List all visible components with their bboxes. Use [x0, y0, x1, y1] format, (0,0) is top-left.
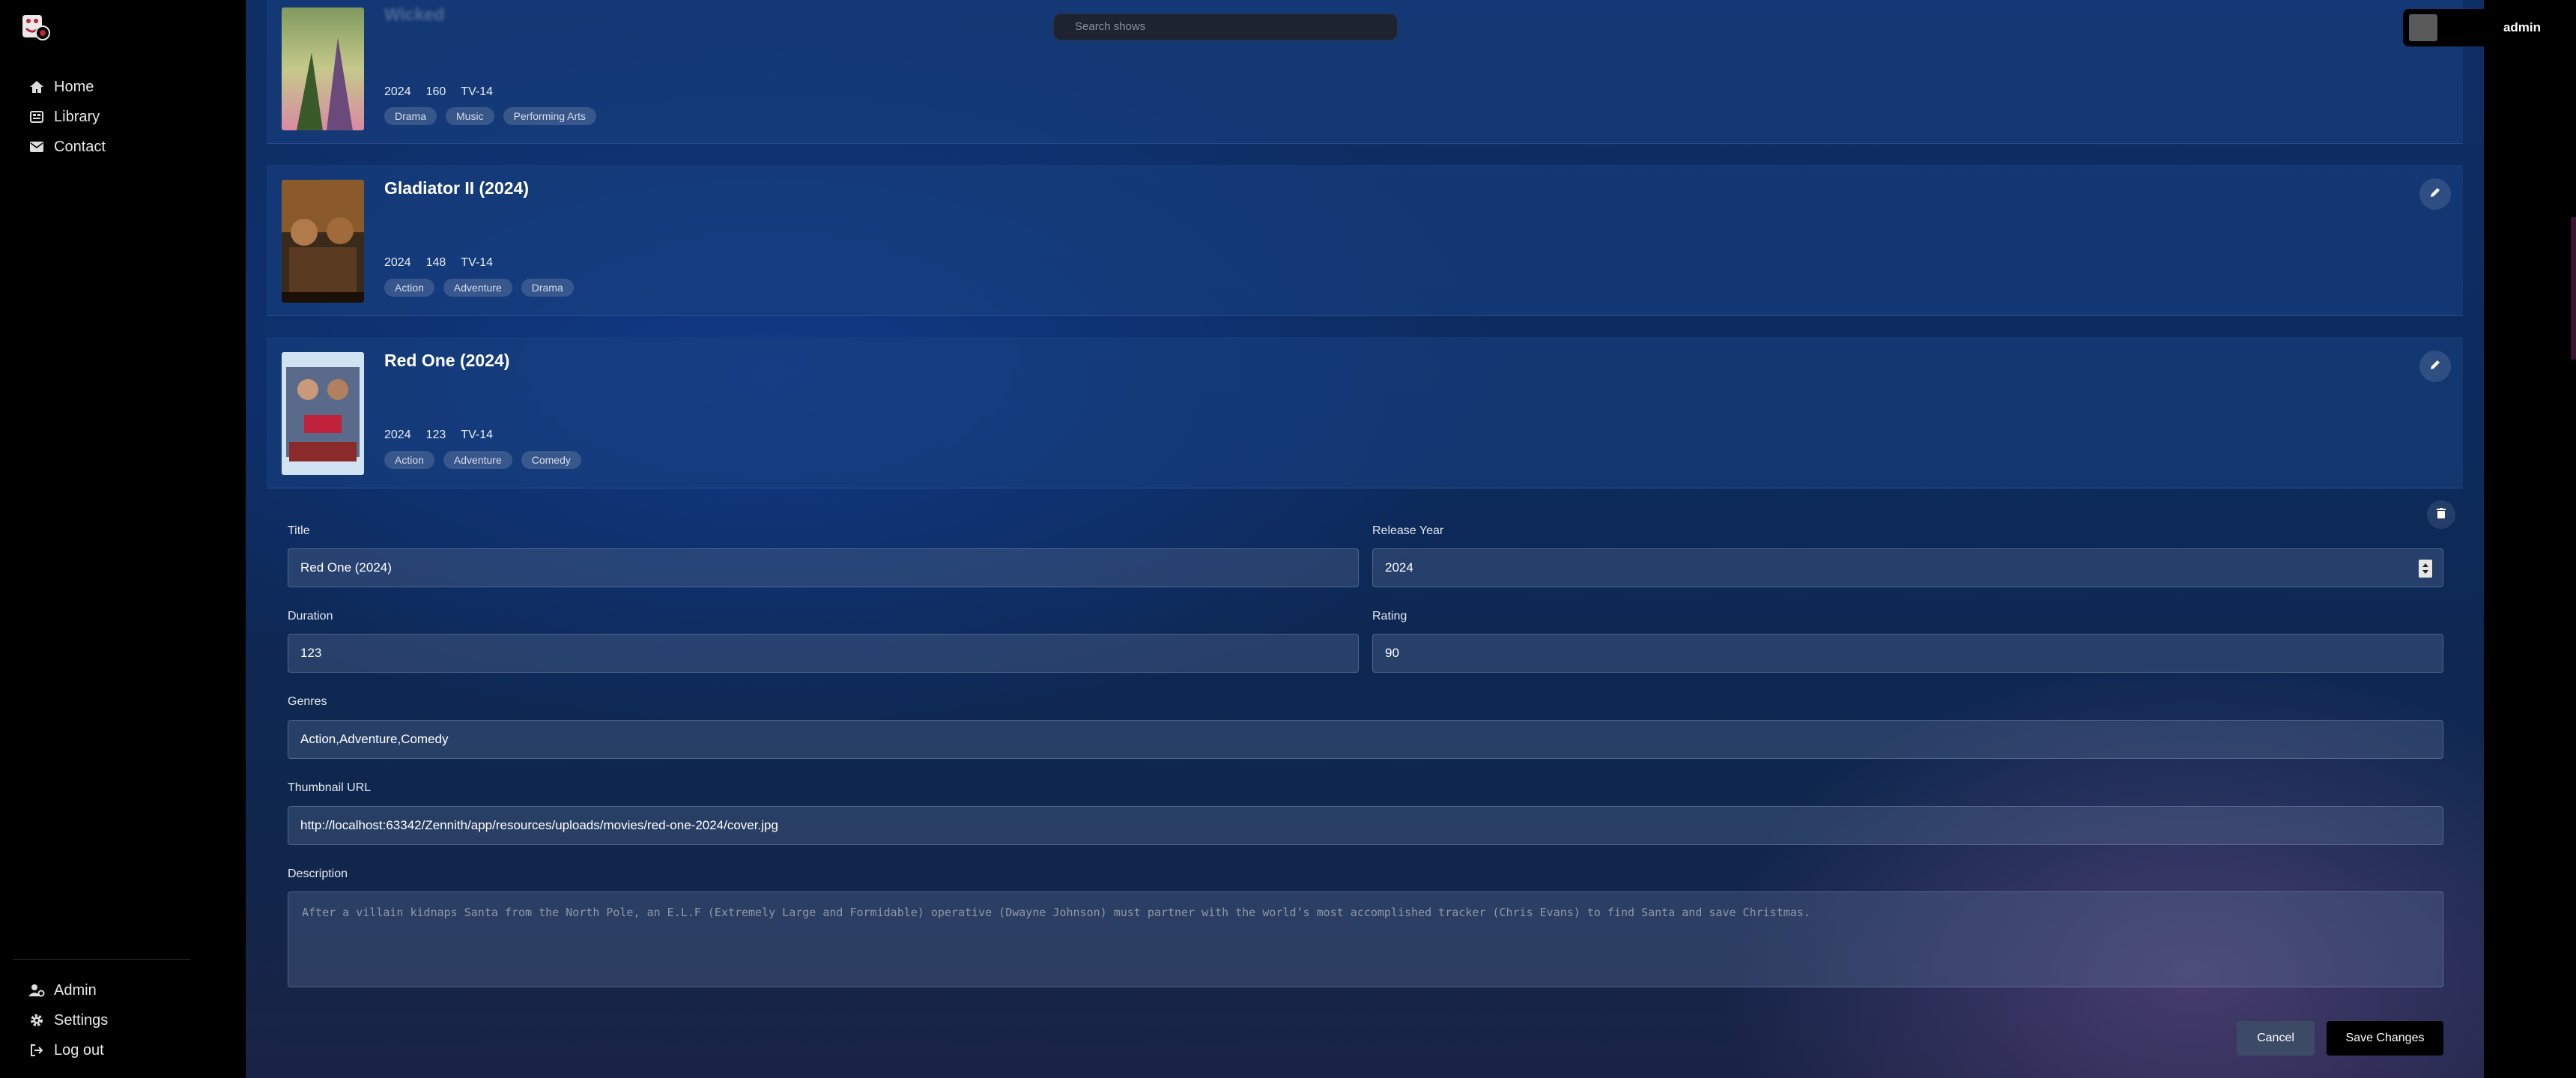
title-field[interactable]: Red One (2024) — [288, 548, 1359, 587]
show-tags: Action Adventure Comedy — [384, 451, 581, 469]
user-menu[interactable]: admin — [2403, 9, 2576, 46]
show-duration: 160 — [425, 85, 446, 98]
description-field[interactable]: After a villain kidnaps Santa from the N… — [288, 891, 2443, 987]
show-card[interactable]: Gladiator II (2024) 2024 148 TV-14 Actio… — [267, 165, 2463, 316]
mail-icon — [28, 139, 45, 155]
right-gutter — [2484, 0, 2576, 1078]
nav-admin[interactable]: Admin — [28, 975, 108, 1005]
scrollbar-thumb[interactable] — [2571, 217, 2576, 360]
library-icon — [28, 109, 45, 125]
genre-tag: Action — [384, 279, 434, 297]
cancel-button[interactable]: Cancel — [2237, 1021, 2315, 1056]
show-rating: TV-14 — [461, 429, 493, 441]
nav-divider — [13, 959, 190, 960]
poster-image — [282, 7, 364, 130]
nav-library-label: Library — [54, 108, 100, 125]
nav-home-label: Home — [54, 78, 94, 95]
show-meta: 2024 123 TV-14 — [384, 429, 493, 442]
search-input[interactable]: Search shows — [1053, 13, 1398, 40]
genre-tag: Adventure — [443, 279, 512, 297]
poster-image — [282, 180, 364, 303]
delete-button[interactable] — [2427, 500, 2455, 529]
app-logo-icon[interactable] — [19, 10, 51, 42]
genre-tag: Music — [446, 107, 494, 125]
genres-field[interactable]: Action,Adventure,Comedy — [288, 720, 2443, 759]
nav-contact[interactable]: Contact — [28, 132, 106, 162]
rating-label: Rating — [1372, 610, 1407, 623]
sidebar: Home Library Contact Admin Settings Log … — [0, 0, 246, 1078]
duration-label: Duration — [288, 610, 333, 623]
show-tags: Action Adventure Drama — [384, 279, 574, 297]
show-year: 2024 — [384, 429, 411, 441]
gear-icon — [28, 1012, 45, 1029]
show-card[interactable]: Red One (2024) 2024 123 TV-14 Action Adv… — [267, 337, 2463, 488]
genre-tag: Drama — [521, 279, 574, 297]
logout-icon — [28, 1042, 45, 1059]
genre-tag: Performing Arts — [503, 107, 597, 125]
rating-field[interactable]: 90 — [1372, 634, 2443, 673]
show-meta: 2024 148 TV-14 — [384, 256, 493, 270]
trash-icon — [2437, 507, 2446, 522]
description-label: Description — [288, 867, 348, 880]
genre-tag: Drama — [384, 107, 437, 125]
pencil-icon — [2430, 187, 2440, 202]
home-icon — [28, 79, 45, 95]
nav-logout[interactable]: Log out — [28, 1035, 108, 1065]
show-rating: TV-14 — [461, 85, 493, 98]
pencil-icon — [2430, 360, 2440, 374]
save-changes-button[interactable]: Save Changes — [2327, 1021, 2443, 1056]
thumbnail-url-label: Thumbnail URL — [288, 781, 372, 794]
show-title: Wicked — [384, 4, 445, 24]
release-year-label: Release Year — [1372, 524, 1444, 537]
genre-tag: Action — [384, 451, 434, 469]
edit-button[interactable] — [2419, 351, 2451, 382]
nav-home[interactable]: Home — [28, 72, 106, 102]
user-name: admin — [2503, 20, 2542, 34]
release-year-value: 2024 — [1385, 560, 1413, 575]
genre-tag: Comedy — [521, 451, 581, 469]
main-nav: Home Library Contact — [28, 72, 106, 162]
bottom-nav: Admin Settings Log out — [28, 975, 108, 1065]
nav-settings[interactable]: Settings — [28, 1005, 108, 1035]
show-title: Gladiator II (2024) — [384, 178, 530, 198]
nav-admin-label: Admin — [54, 981, 97, 999]
show-tags: Drama Music Performing Arts — [384, 107, 597, 125]
genres-label: Genres — [288, 695, 327, 708]
show-title: Red One (2024) — [384, 351, 510, 370]
thumbnail-url-field[interactable]: http://localhost:63342/Zennith/app/resou… — [288, 806, 2443, 845]
show-year: 2024 — [384, 85, 411, 98]
nav-logout-label: Log out — [54, 1041, 104, 1059]
number-stepper-icon[interactable] — [2419, 560, 2432, 578]
edit-button[interactable] — [2419, 178, 2451, 210]
show-rating: TV-14 — [461, 256, 493, 269]
nav-settings-label: Settings — [54, 1011, 109, 1029]
show-duration: 148 — [425, 256, 446, 269]
nav-library[interactable]: Library — [28, 102, 106, 132]
title-label: Title — [288, 524, 310, 537]
show-meta: 2024 160 TV-14 — [384, 85, 493, 99]
nav-contact-label: Contact — [54, 138, 106, 155]
show-duration: 123 — [425, 429, 446, 441]
release-year-field[interactable]: 2024 — [1372, 548, 2443, 587]
genre-tag: Adventure — [443, 451, 512, 469]
duration-field[interactable]: 123 — [288, 634, 1359, 673]
user-gear-icon — [28, 982, 45, 999]
show-year: 2024 — [384, 256, 411, 269]
poster-image — [282, 352, 364, 475]
